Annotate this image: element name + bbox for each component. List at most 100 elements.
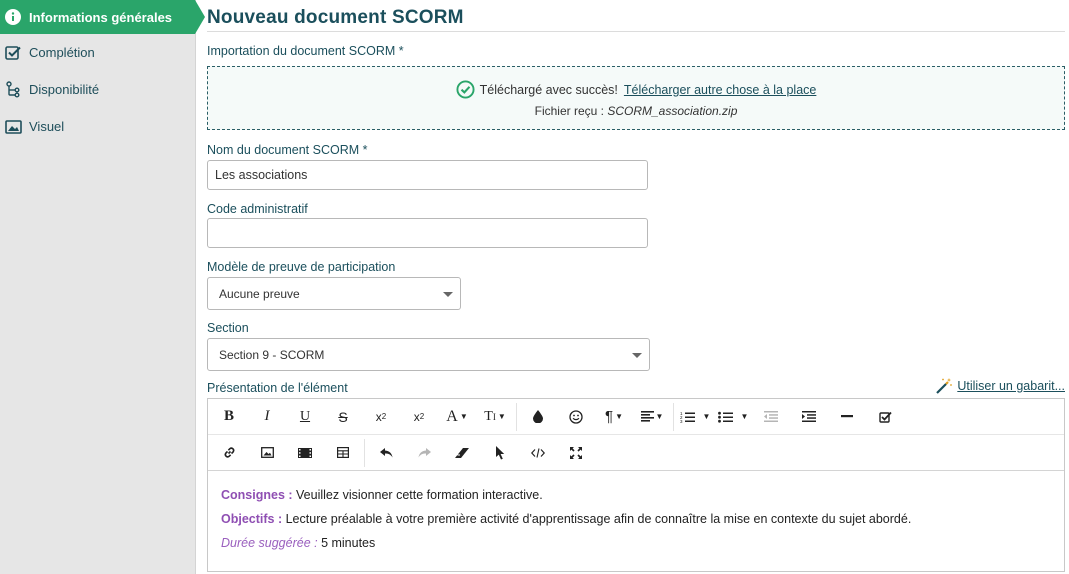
toolbar-separator: [673, 402, 674, 431]
paragraph-format-button[interactable]: ¶ ▼: [595, 403, 633, 431]
consignes-label: Consignes: [221, 488, 285, 502]
objectifs-separator: :: [274, 512, 286, 526]
toolbar-separator: [516, 402, 517, 431]
received-file: Fichier reçu : SCORM_association.zip: [208, 104, 1064, 118]
content-line-consignes: Consignes : Veuillez visionner cette for…: [221, 483, 1051, 507]
clear-format-button[interactable]: [443, 439, 481, 467]
code-label: Code administratif: [207, 202, 308, 216]
align-left-icon: [640, 411, 654, 422]
strikethrough-button[interactable]: S: [324, 403, 362, 431]
section-select[interactable]: Section 9 - SCORM: [207, 338, 650, 371]
indent-button[interactable]: [790, 403, 828, 431]
unordered-list-icon: [717, 411, 733, 423]
ordered-list-icon: 123: [680, 411, 695, 423]
underline-button[interactable]: U: [286, 403, 324, 431]
proof-model-value: Aucune preuve: [219, 287, 300, 301]
sidebar-item-label: Complétion: [29, 45, 95, 60]
received-file-name: SCORM_association.zip: [607, 104, 738, 118]
code-icon: [531, 447, 545, 458]
name-label: Nom du document SCORM *: [207, 143, 368, 157]
sidebar-item-visuel[interactable]: Visuel: [0, 108, 195, 145]
proof-model-label: Modèle de preuve de participation: [207, 260, 396, 274]
info-icon: [4, 8, 22, 26]
presentation-label: Présentation de l'élément: [207, 381, 348, 395]
chevron-down-icon: [443, 292, 453, 297]
subscript-button[interactable]: x2: [362, 403, 400, 431]
sidebar-item-label: Informations générales: [29, 9, 173, 25]
insert-image-button[interactable]: [248, 439, 286, 467]
objectifs-text: Lecture préalable à votre première activ…: [285, 512, 912, 526]
insert-video-button[interactable]: [286, 439, 324, 467]
use-template-link[interactable]: Utiliser un gabarit...: [935, 377, 1065, 395]
replace-upload-link[interactable]: Télécharger autre chose à la place: [624, 83, 816, 97]
content-line-objectifs: Objectifs : Lecture préalable à votre pr…: [221, 507, 1051, 531]
ordered-list-button[interactable]: 123 ▼: [676, 403, 714, 431]
sidebar: Informations générales Complétion Dispon…: [0, 0, 205, 574]
editor-content[interactable]: Consignes : Veuillez visionner cette for…: [208, 471, 1064, 567]
code-view-button[interactable]: [519, 439, 557, 467]
cursor-icon: [496, 445, 505, 459]
select-button[interactable]: [481, 439, 519, 467]
section-value: Section 9 - SCORM: [219, 348, 325, 362]
section-label: Section: [207, 321, 249, 335]
sidebar-item-label: Visuel: [29, 119, 65, 134]
text-transform-button[interactable]: T I ▼: [476, 403, 514, 431]
bold-button[interactable]: B: [210, 403, 248, 431]
import-label: Importation du document SCORM *: [207, 44, 404, 58]
link-button[interactable]: [210, 439, 248, 467]
tree-icon: [4, 81, 22, 99]
proof-model-select[interactable]: Aucune preuve: [207, 277, 461, 310]
use-template-label: Utiliser un gabarit...: [957, 379, 1065, 393]
outdent-button[interactable]: [752, 403, 790, 431]
upload-dropzone[interactable]: Téléchargé avec succès! Télécharger autr…: [207, 66, 1065, 130]
text-color-icon[interactable]: [519, 403, 557, 431]
success-check-icon: [456, 80, 475, 99]
redo-icon: [418, 447, 431, 457]
video-icon: [298, 447, 312, 458]
rich-text-editor: B I U S x2 x2 A ▼ T I ▼ ¶ ▼ ▼ 1 2 3 ▼ ▼ …: [207, 398, 1065, 572]
received-file-prefix: Fichier reçu :: [534, 104, 608, 118]
horizontal-line-button[interactable]: [828, 403, 866, 431]
indent-icon: [802, 411, 816, 422]
content-line-duree: Durée suggérée : 5 minutes: [221, 531, 1051, 555]
undo-button[interactable]: [367, 439, 405, 467]
svg-text:3: 3: [680, 419, 683, 423]
toolbar-separator: [364, 438, 365, 467]
font-size-button[interactable]: A ▼: [438, 403, 476, 431]
horizontal-line-icon: [841, 415, 853, 418]
sidebar-item-disponibilite[interactable]: Disponibilité: [0, 71, 195, 108]
sidebar-item-completion[interactable]: Complétion: [0, 34, 195, 71]
duree-text: 5 minutes: [321, 536, 376, 550]
toolbar-row-2: [208, 434, 1064, 470]
editor-toolbar: B I U S x2 x2 A ▼ T I ▼ ¶ ▼ ▼ 1 2 3 ▼ ▼: [208, 399, 1064, 471]
superscript-button[interactable]: x2: [400, 403, 438, 431]
italic-button[interactable]: I: [248, 403, 286, 431]
image-icon: [4, 118, 22, 136]
table-icon: [337, 447, 349, 458]
undo-icon: [379, 447, 392, 457]
upload-success-text: Téléchargé avec succès!: [479, 82, 618, 97]
main-content: Nouveau document SCORM Importation du do…: [207, 0, 1065, 572]
code-input[interactable]: [207, 218, 648, 248]
fullscreen-icon: [570, 446, 582, 459]
outdent-icon: [764, 411, 778, 422]
chevron-down-icon: [632, 353, 642, 358]
eraser-icon: [455, 447, 469, 458]
sidebar-item-label: Disponibilité: [29, 82, 100, 97]
image-icon: [260, 447, 274, 458]
fullscreen-button[interactable]: [557, 439, 595, 467]
checkbox-icon: [4, 44, 22, 62]
page-title: Nouveau document SCORM: [207, 0, 1065, 32]
insert-table-button[interactable]: [324, 439, 362, 467]
unordered-list-button[interactable]: ▼: [714, 403, 752, 431]
checklist-button[interactable]: [866, 403, 904, 431]
objectifs-label: Objectifs: [221, 512, 275, 526]
toolbar-row-1: B I U S x2 x2 A ▼ T I ▼ ¶ ▼ ▼ 1 2 3 ▼ ▼: [208, 399, 1064, 434]
sidebar-item-informations-generales[interactable]: Informations générales: [0, 0, 205, 34]
name-input[interactable]: Les associations: [207, 160, 648, 190]
redo-button[interactable]: [405, 439, 443, 467]
duree-label: Durée suggérée :: [221, 536, 322, 550]
magic-wand-icon: [936, 378, 953, 394]
align-button[interactable]: ▼: [633, 403, 671, 431]
emoji-icon[interactable]: [557, 403, 595, 431]
